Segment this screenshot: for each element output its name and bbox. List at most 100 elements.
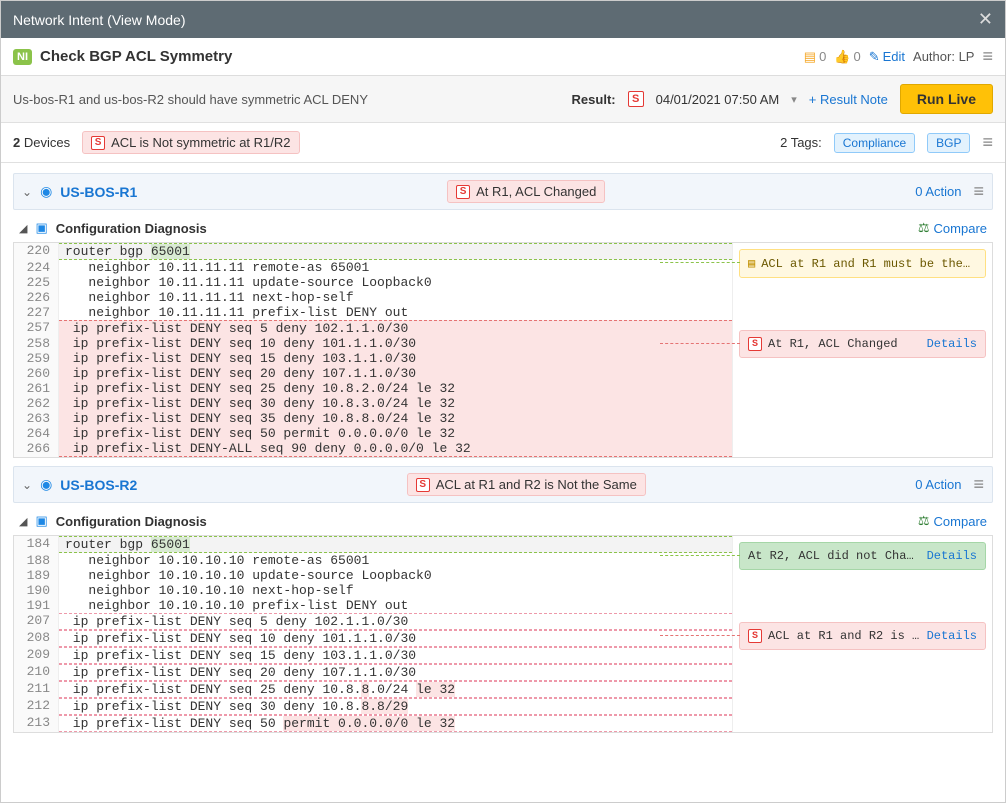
result-time: 04/01/2021 07:50 AM <box>656 92 780 107</box>
note-alert: S ACL at R1 and R2 is Not the S... Detai… <box>739 622 986 650</box>
status-badge: S <box>628 91 644 107</box>
line-text: neighbor 10.11.11.11 remote-as 65001 <box>59 260 732 275</box>
diagnosis-header: ◢ ▣ Configuration Diagnosis ⚖Compare <box>13 503 993 535</box>
scale-icon: ⚖ <box>918 513 930 529</box>
code-lines: 220router bgp 65001224 neighbor 10.11.11… <box>14 243 732 457</box>
status-badge-icon: S <box>748 629 762 643</box>
code-line: 225 neighbor 10.11.11.11 update-source L… <box>14 275 732 290</box>
line-text: ip prefix-list DENY seq 50 permit 0.0.0.… <box>59 426 732 441</box>
menu-icon[interactable]: ≡ <box>982 46 993 67</box>
device-status: S ACL at R1 and R2 is Not the Same <box>407 473 646 496</box>
edit-button[interactable]: ✎Edit <box>869 49 905 65</box>
close-icon[interactable]: ✕ <box>978 9 993 30</box>
config-icon: ▣ <box>35 513 47 529</box>
device-header: ⌄ ◉ US-BOS-R1 S At R1, ACL Changed 0 Act… <box>13 173 993 210</box>
device-block: ⌄ ◉ US-BOS-R2 S ACL at R1 and R2 is Not … <box>13 466 993 733</box>
line-number: 257 <box>14 320 59 336</box>
line-text: ip prefix-list DENY seq 5 deny 102.1.1.0… <box>59 613 732 630</box>
device-name[interactable]: US-BOS-R2 <box>60 477 137 493</box>
line-number: 261 <box>14 381 59 396</box>
annotations-panel: ▤ ACL at R1 and R1 must be the same S At… <box>732 243 992 457</box>
tags-menu-icon[interactable]: ≡ <box>982 132 993 153</box>
line-text: ip prefix-list DENY seq 20 deny 107.1.1.… <box>59 664 732 681</box>
details-link[interactable]: Details <box>927 549 977 563</box>
line-number: 207 <box>14 613 59 630</box>
window-title: Network Intent (View Mode) <box>13 12 185 28</box>
line-text: ip prefix-list DENY seq 35 deny 10.8.8.0… <box>59 411 732 426</box>
notes-count[interactable]: ▤0 <box>804 49 827 65</box>
likes-count[interactable]: 👍0 <box>834 49 860 65</box>
code-line: 257 ip prefix-list DENY seq 5 deny 102.1… <box>14 320 732 336</box>
line-text: neighbor 10.10.10.10 remote-as 65001 <box>59 553 732 568</box>
device-name[interactable]: US-BOS-R1 <box>60 184 137 200</box>
line-number: 259 <box>14 351 59 366</box>
subheader: Us-bos-R1 and us-bos-R2 should have symm… <box>1 76 1005 123</box>
code-line: 189 neighbor 10.10.10.10 update-source L… <box>14 568 732 583</box>
tag-compliance[interactable]: Compliance <box>834 133 915 153</box>
run-live-button[interactable]: Run Live <box>900 84 993 114</box>
line-text: ip prefix-list DENY seq 20 deny 107.1.1.… <box>59 366 732 381</box>
chevron-down-icon[interactable]: ⌄ <box>22 478 32 492</box>
chevron-down-icon[interactable]: ⌄ <box>22 185 32 199</box>
intent-description: Us-bos-R1 and us-bos-R2 should have symm… <box>13 92 560 107</box>
code-line: 262 ip prefix-list DENY seq 30 deny 10.8… <box>14 396 732 411</box>
line-text: ip prefix-list DENY seq 30 deny 10.8.3.0… <box>59 396 732 411</box>
code-line: 261 ip prefix-list DENY seq 25 deny 10.8… <box>14 381 732 396</box>
diagnosis-header: ◢ ▣ Configuration Diagnosis ⚖Compare <box>13 210 993 242</box>
status-badge-icon: S <box>416 478 430 492</box>
scale-icon: ⚖ <box>918 220 930 236</box>
chevron-down-icon[interactable]: ▾ <box>791 93 797 106</box>
line-number: 226 <box>14 290 59 305</box>
line-text: ip prefix-list DENY-ALL seq 90 deny 0.0.… <box>59 441 732 457</box>
code-line: 259 ip prefix-list DENY seq 15 deny 103.… <box>14 351 732 366</box>
collapse-icon[interactable]: ◢ <box>19 515 27 528</box>
code-line: 191 neighbor 10.10.10.10 prefix-list DEN… <box>14 598 732 613</box>
code-line: 209 ip prefix-list DENY seq 15 deny 103.… <box>14 647 732 664</box>
line-number: 190 <box>14 583 59 598</box>
thumbs-up-icon: 👍 <box>834 49 850 65</box>
device-menu-icon[interactable]: ≡ <box>973 181 984 202</box>
code-line: 208 ip prefix-list DENY seq 10 deny 101.… <box>14 630 732 647</box>
result-note-button[interactable]: + Result Note <box>809 92 888 107</box>
code-line: 266 ip prefix-list DENY-ALL seq 90 deny … <box>14 441 732 457</box>
code-line: 210 ip prefix-list DENY seq 20 deny 107.… <box>14 664 732 681</box>
code-line: 227 neighbor 10.11.11.11 prefix-list DEN… <box>14 305 732 320</box>
device-header: ⌄ ◉ US-BOS-R2 S ACL at R1 and R2 is Not … <box>13 466 993 503</box>
code-line: 220router bgp 65001 <box>14 243 732 260</box>
tag-bgp[interactable]: BGP <box>927 133 970 153</box>
line-text: ip prefix-list DENY seq 25 deny 10.8.8.0… <box>59 681 732 698</box>
annotations-panel: At R2, ACL did not Change Details S ACL … <box>732 536 992 732</box>
code-line: 260 ip prefix-list DENY seq 20 deny 107.… <box>14 366 732 381</box>
compare-button[interactable]: ⚖Compare <box>918 513 987 529</box>
details-link[interactable]: Details <box>927 337 977 351</box>
collapse-icon[interactable]: ◢ <box>19 222 27 235</box>
line-number: 211 <box>14 681 59 698</box>
line-number: 209 <box>14 647 59 664</box>
code-line: 264 ip prefix-list DENY seq 50 permit 0.… <box>14 426 732 441</box>
action-link[interactable]: 0 Action <box>915 477 961 492</box>
line-text: ip prefix-list DENY seq 15 deny 103.1.1.… <box>59 351 732 366</box>
device-block: ⌄ ◉ US-BOS-R1 S At R1, ACL Changed 0 Act… <box>13 173 993 458</box>
alert-chip: S ACL is Not symmetric at R1/R2 <box>82 131 299 154</box>
note-success: At R2, ACL did not Change Details <box>739 542 986 570</box>
result-label: Result: <box>572 92 616 107</box>
line-number: 210 <box>14 664 59 681</box>
details-link[interactable]: Details <box>927 629 977 643</box>
diagnosis-title: Configuration Diagnosis <box>56 221 910 236</box>
compare-button[interactable]: ⚖Compare <box>918 220 987 236</box>
content-area: ⌄ ◉ US-BOS-R1 S At R1, ACL Changed 0 Act… <box>1 163 1005 802</box>
diagnosis-title: Configuration Diagnosis <box>56 514 910 529</box>
code-line: 213 ip prefix-list DENY seq 50 permit 0.… <box>14 715 732 732</box>
code-line: 263 ip prefix-list DENY seq 35 deny 10.8… <box>14 411 732 426</box>
line-number: 224 <box>14 260 59 275</box>
line-text: neighbor 10.11.11.11 update-source Loopb… <box>59 275 732 290</box>
router-icon: ◉ <box>40 476 52 493</box>
action-link[interactable]: 0 Action <box>915 184 961 199</box>
line-number: 189 <box>14 568 59 583</box>
device-menu-icon[interactable]: ≡ <box>973 474 984 495</box>
line-text: neighbor 10.10.10.10 prefix-list DENY ou… <box>59 598 732 613</box>
tags-count: 2 Tags: <box>780 135 822 150</box>
ni-badge: NI <box>13 49 32 65</box>
status-badge-icon: S <box>91 136 105 150</box>
alert-text: ACL is Not symmetric at R1/R2 <box>111 135 290 150</box>
